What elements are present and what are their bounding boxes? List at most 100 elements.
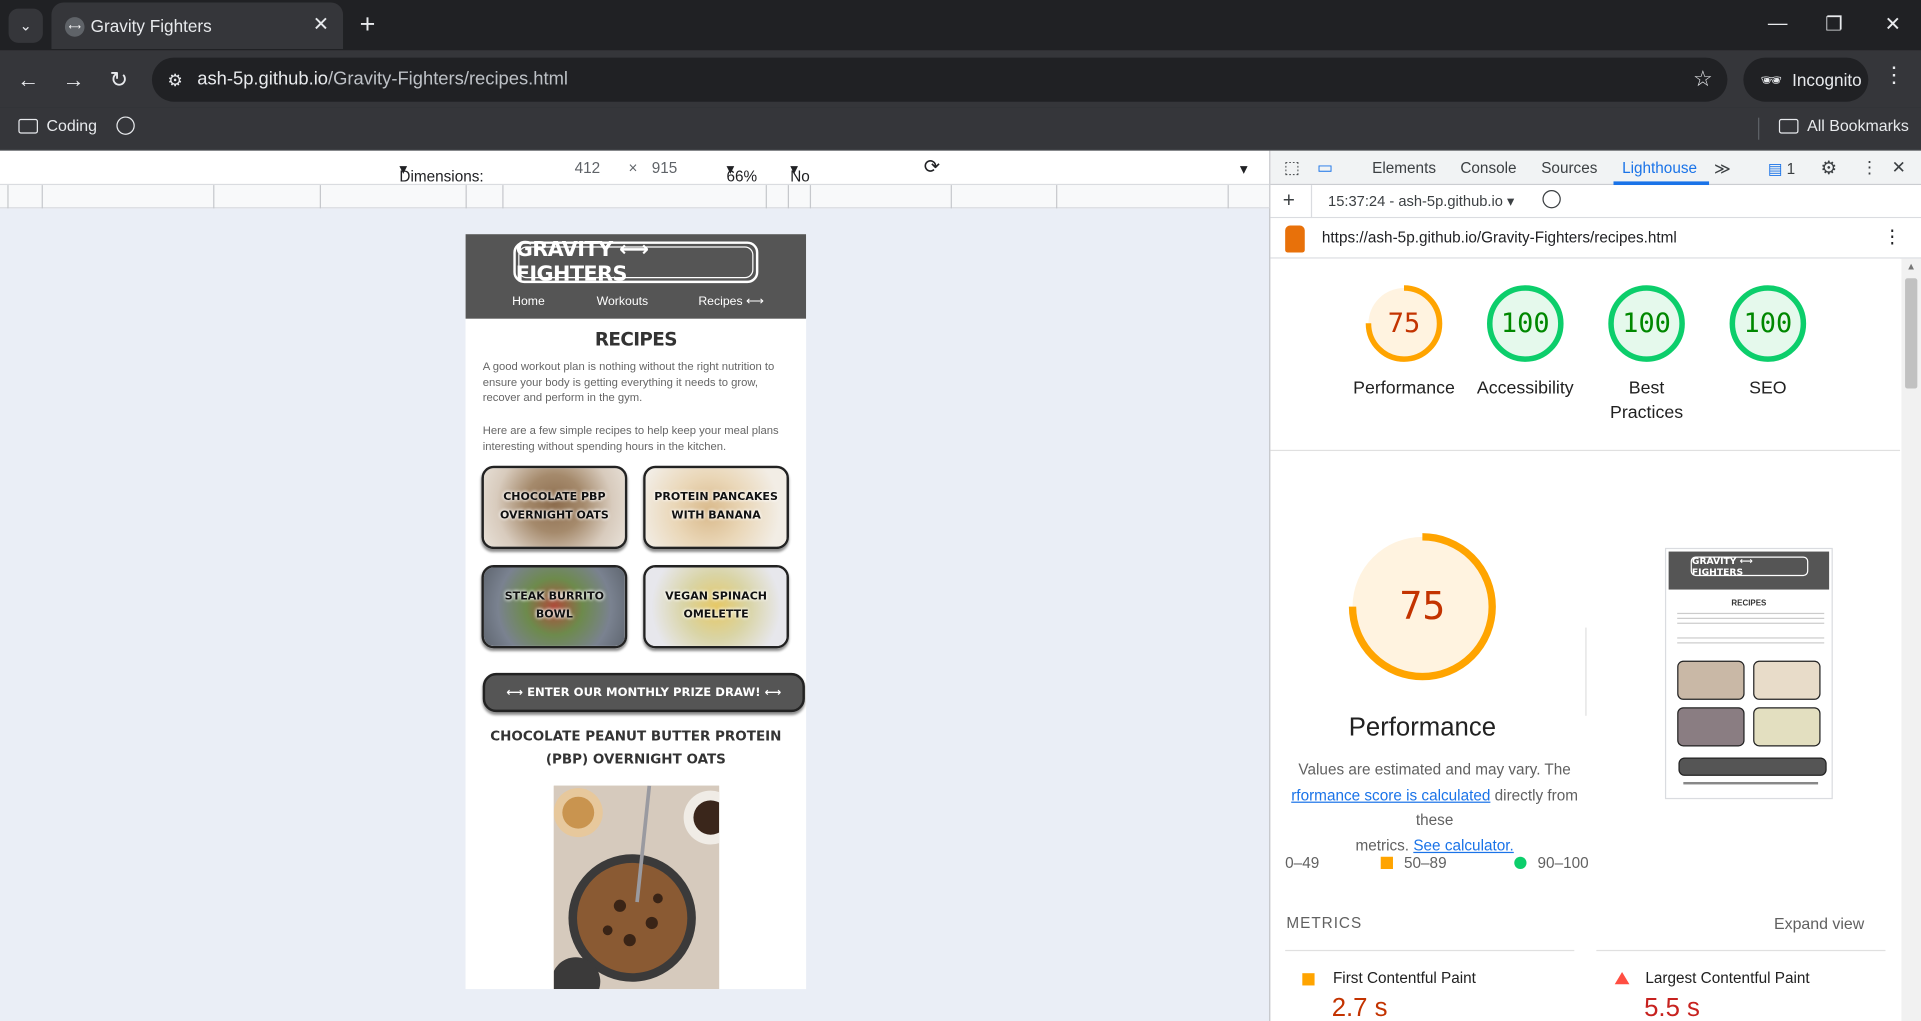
- incognito-label: Incognito: [1792, 69, 1862, 90]
- recipe-card-omelette[interactable]: VEGAN SPINACH OMELETTE: [643, 565, 789, 649]
- intro-paragraph-2: Here are a few simple recipes to help ke…: [482, 424, 779, 452]
- tab-elements[interactable]: Elements: [1372, 159, 1436, 176]
- green-circle-icon: [1514, 856, 1527, 870]
- address-bar[interactable]: ⚙ ash-5p.github.io/Gravity-Fighters/reci…: [151, 57, 1728, 102]
- forward-arrow-icon[interactable]: →: [56, 63, 90, 97]
- report-url[interactable]: https://ash-5p.github.io/Gravity-Fighter…: [1322, 229, 1677, 246]
- device-toggle-icon[interactable]: ▭: [1317, 157, 1333, 178]
- recipe-card-pancakes[interactable]: PROTEIN PANCAKES WITH BANANA: [643, 465, 789, 550]
- score-label-seo: SEO: [1749, 378, 1787, 399]
- lighthouse-report: 75 Performance 100 Accessibility 100 Bes…: [1270, 258, 1901, 1021]
- score-label-accessibility: Accessibility: [1476, 378, 1574, 399]
- report-menu-icon[interactable]: ⋮: [1883, 226, 1901, 248]
- site-logo[interactable]: GRAVITY ⟷ FIGHTERS: [513, 238, 759, 287]
- device-options-chevron-icon[interactable]: ▾: [1240, 159, 1248, 178]
- tab-console[interactable]: Console: [1460, 159, 1516, 176]
- recipe-card-burrito[interactable]: STEAK BURRITO BOWL: [481, 565, 628, 649]
- new-tab-button[interactable]: +: [353, 9, 382, 40]
- site-header: GRAVITY ⟷ FIGHTERS Home Workouts Recipes…: [465, 234, 807, 319]
- devtools-menu-icon[interactable]: ⋮: [1861, 157, 1878, 178]
- bookmark-globe[interactable]: [116, 116, 135, 135]
- inspect-element-icon[interactable]: ⬚: [1284, 157, 1300, 178]
- recipe-card-label: CHOCOLATE PBP OVERNIGHT OATS: [499, 491, 609, 523]
- tab-lighthouse[interactable]: Lighthouse: [1622, 159, 1697, 176]
- score-accessibility: 100: [1500, 308, 1550, 339]
- big-score-label: Performance: [1348, 713, 1497, 742]
- score-divider: [1270, 449, 1901, 452]
- tab-search-button[interactable]: ⌄: [8, 8, 43, 43]
- browser-menu-icon[interactable]: ⋮: [1883, 63, 1905, 89]
- more-tabs-icon[interactable]: ≫: [1714, 159, 1731, 179]
- report-url-bar: https://ash-5p.github.io/Gravity-Fighter…: [1270, 218, 1921, 259]
- media-query-ruler: [0, 185, 1270, 209]
- site-favicon-icon: ⟷: [64, 17, 85, 37]
- prize-draw-button[interactable]: ⟷ ENTER OUR MONTHLY PRIZE DRAW! ⟷: [482, 672, 805, 713]
- browser-tab[interactable]: ⟷ Gravity Fighters ✕: [51, 2, 344, 50]
- close-devtools-icon[interactable]: ✕: [1892, 157, 1906, 178]
- site-info-icon[interactable]: ⚙: [164, 69, 186, 91]
- legend-pass: 90–100: [1514, 854, 1589, 871]
- device-viewport: Dimensions: Pixel 7 ▾ 412 × 915 66% ▾ No…: [0, 150, 1270, 1021]
- bookmarks-bar: Coding All Bookmarks: [0, 107, 1921, 151]
- see-calculator-link[interactable]: See calculator.: [1413, 837, 1513, 854]
- oats-photo: [553, 785, 720, 990]
- recipe-heading: CHOCOLATE PEANUT BUTTER PROTEIN (PBP) OV…: [490, 728, 782, 768]
- scrollbar-thumb[interactable]: [1905, 278, 1918, 389]
- settings-gear-icon[interactable]: ⚙: [1821, 157, 1837, 179]
- dimension-times: ×: [628, 159, 638, 177]
- close-tab-icon[interactable]: ✕: [309, 12, 334, 37]
- metrics-heading: METRICS: [1286, 914, 1363, 932]
- devtools-panel: ⬚ ▭ Elements Console Sources Lighthouse …: [1269, 150, 1921, 1021]
- vertical-divider: [1585, 627, 1587, 716]
- incognito-badge[interactable]: 🕶 Incognito: [1743, 57, 1869, 102]
- score-calculated-link[interactable]: rformance score is calculated: [1291, 786, 1490, 803]
- metric-value-lcp: 5.5 s: [1644, 994, 1700, 1021]
- orange-square-icon: [1380, 856, 1393, 870]
- page-screenshot-thumbnail[interactable]: GRAVITY ⟷ FIGHTERS RECIPES: [1664, 547, 1833, 800]
- folder-icon: [1778, 118, 1799, 133]
- incognito-icon: 🕶: [1760, 69, 1783, 89]
- devtools-tab-bar: ⬚ ▭ Elements Console Sources Lighthouse …: [1270, 150, 1921, 186]
- lighthouse-icon: [1285, 225, 1305, 253]
- score-performance: 75: [1387, 308, 1421, 339]
- fail-metric-triangle-icon: [1614, 971, 1630, 985]
- recipe-card-oats[interactable]: CHOCOLATE PBP OVERNIGHT OATS: [481, 465, 628, 550]
- throttling-select[interactable]: No throttling ▾: [790, 159, 849, 203]
- minimize-icon[interactable]: —: [1759, 10, 1796, 39]
- legend-average: 50–89: [1380, 854, 1447, 871]
- recipe-image: [553, 785, 720, 990]
- device-dimensions-select[interactable]: Dimensions: Pixel 7 ▾: [399, 159, 483, 203]
- report-select[interactable]: 15:37:24 - ash-5p.github.io ▾: [1328, 192, 1514, 209]
- nav-link-workouts[interactable]: Workouts: [597, 295, 649, 308]
- recipe-card-label: PROTEIN PANCAKES WITH BANANA: [654, 491, 778, 523]
- reload-icon[interactable]: ↻: [102, 63, 136, 97]
- device-width-input[interactable]: 412: [575, 159, 601, 176]
- rotate-icon[interactable]: ⟳: [924, 154, 940, 179]
- clear-reports-icon[interactable]: [1542, 189, 1561, 209]
- browser-toolbar: ← → ↻ ⚙ ash-5p.github.io/Gravity-Fighter…: [0, 50, 1921, 108]
- tab-title: Gravity Fighters: [90, 15, 212, 36]
- report-scrollbar[interactable]: ▲: [1901, 258, 1921, 1021]
- bookmark-star-icon[interactable]: ☆: [1693, 66, 1713, 92]
- url-host: ash-5p.github.io: [197, 68, 329, 90]
- all-bookmarks-button[interactable]: All Bookmarks: [1778, 116, 1909, 135]
- zoom-select[interactable]: 66% ▾: [727, 159, 758, 186]
- issues-counter[interactable]: ▤ 1: [1768, 159, 1795, 178]
- nav-link-recipes[interactable]: Recipes ⟷: [698, 295, 763, 308]
- device-height-input[interactable]: 915: [652, 159, 678, 176]
- page-title: RECIPES: [594, 328, 678, 351]
- tab-sources[interactable]: Sources: [1541, 159, 1597, 176]
- nav-link-home[interactable]: Home: [512, 295, 545, 308]
- legend-fail: 0–49: [1285, 854, 1320, 872]
- score-best-practices: 100: [1622, 308, 1671, 339]
- expand-view-toggle[interactable]: Expand view: [1774, 914, 1864, 932]
- close-window-icon[interactable]: ✕: [1874, 10, 1911, 39]
- score-seo: 100: [1743, 308, 1793, 339]
- new-report-plus-icon[interactable]: +: [1283, 189, 1295, 214]
- restore-icon[interactable]: ❐: [1816, 10, 1853, 39]
- big-score-value: 75: [1399, 584, 1446, 629]
- folder-icon: [18, 118, 38, 133]
- bookmark-folder-coding[interactable]: Coding: [18, 116, 97, 135]
- recipe-card-label: STEAK BURRITO BOWL: [504, 590, 604, 622]
- back-arrow-icon[interactable]: ←: [11, 63, 45, 97]
